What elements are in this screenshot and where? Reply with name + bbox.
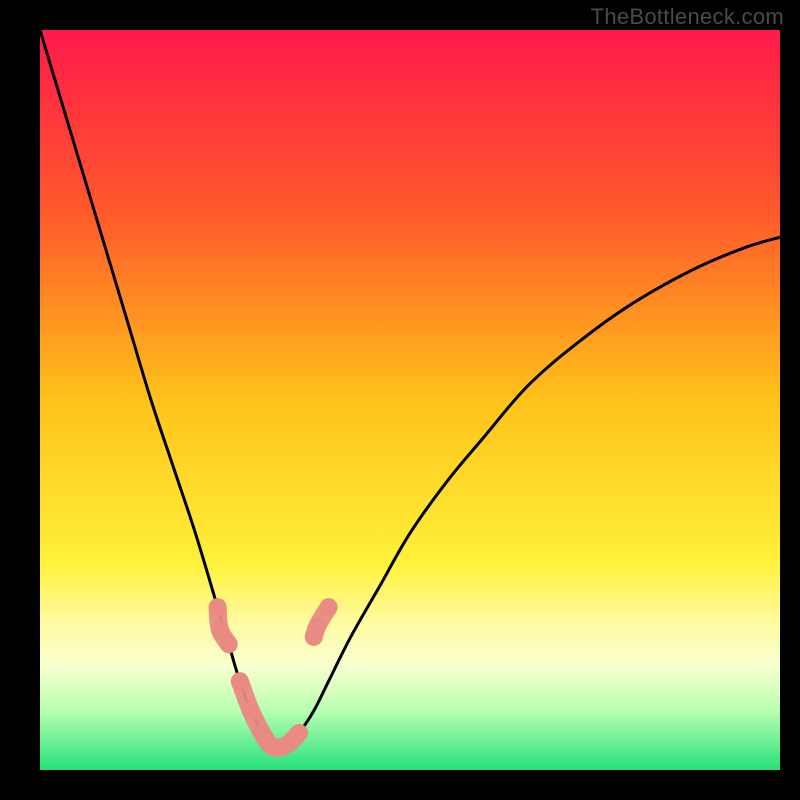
marker-dot: [209, 598, 227, 616]
plot-area: [40, 30, 780, 770]
marker-dot: [320, 598, 338, 616]
chart-svg: [40, 30, 780, 770]
chart-frame: TheBottleneck.com: [0, 0, 800, 800]
watermark-text: TheBottleneck.com: [591, 4, 784, 30]
marker-dot: [290, 724, 308, 742]
marker-dot: [231, 672, 249, 690]
marker-dot: [242, 702, 260, 720]
marker-dot: [309, 617, 327, 635]
marker-dot: [220, 635, 238, 653]
